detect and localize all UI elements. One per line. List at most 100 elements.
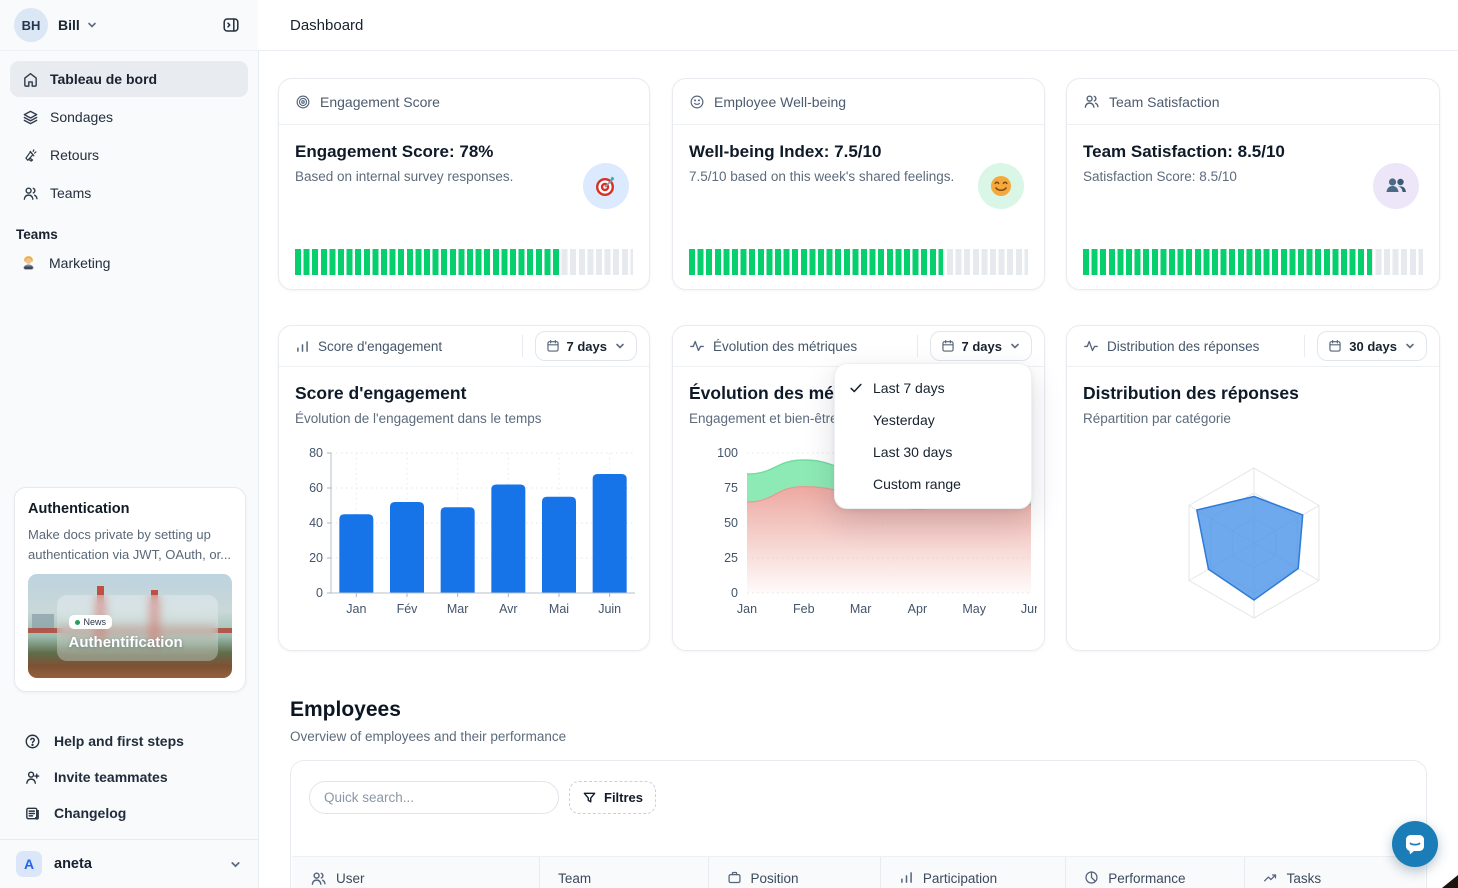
stat-card-header: Team Satisfaction <box>1067 79 1439 125</box>
sidebar-link-changelog[interactable]: Changelog <box>0 795 258 831</box>
target-icon <box>295 94 311 110</box>
svg-text:0: 0 <box>731 586 738 600</box>
menu-item-last-7-days[interactable]: Last 7 days <box>835 372 1031 404</box>
busts-emoji <box>1383 173 1409 199</box>
chart-title: Distribution des réponses <box>1083 383 1423 404</box>
activity-icon <box>1083 338 1099 354</box>
sidebar-item-sondages[interactable]: Sondages <box>10 99 248 135</box>
sidebar-link-help-and-first-steps[interactable]: Help and first steps <box>0 723 258 759</box>
chevron-down-icon <box>1009 340 1021 352</box>
sidebar-item-teams[interactable]: Teams <box>10 175 248 211</box>
stat-card-header-label: Engagement Score <box>320 94 440 110</box>
svg-text:Juin: Juin <box>598 602 621 616</box>
stat-card-1: Engagement ScoreEngagement Score: 78%Bas… <box>278 78 650 290</box>
sidebar-collapse-button[interactable] <box>216 10 246 40</box>
stat-card-title: Team Satisfaction: 8.5/10 <box>1083 142 1423 162</box>
sidebar-link-label: Invite teammates <box>54 769 168 785</box>
sidebar-item-label: Teams <box>50 185 91 201</box>
sidebar-item-tableau-de-bord[interactable]: Tableau de bord <box>10 61 248 97</box>
menu-item-label: Last 30 days <box>873 444 952 460</box>
column-header-user[interactable]: User <box>292 857 539 888</box>
column-header-tasks[interactable]: Tasks <box>1244 857 1425 888</box>
menu-item-last-30-days[interactable]: Last 30 days <box>835 436 1031 468</box>
date-range-label: 7 days <box>567 339 607 354</box>
menu-item-custom-range[interactable]: Custom range <box>835 468 1031 500</box>
svg-text:60: 60 <box>309 481 323 495</box>
bar-chart-icon <box>899 870 914 885</box>
svg-text:50: 50 <box>724 516 738 530</box>
users-icon <box>1083 93 1100 110</box>
svg-text:Jan: Jan <box>346 602 366 616</box>
svg-text:Avr: Avr <box>499 602 518 616</box>
stat-card-badge <box>583 163 629 209</box>
svg-text:80: 80 <box>309 446 323 460</box>
svg-text:Mar: Mar <box>850 602 872 616</box>
avatar[interactable]: BH <box>14 8 48 42</box>
sidebar-item-label: Retours <box>50 147 99 163</box>
menu-item-label: Last 7 days <box>873 380 945 396</box>
sidebar-section-label: Teams <box>0 213 258 246</box>
users-icon <box>310 870 327 887</box>
workspace-switcher[interactable]: A aneta <box>0 839 258 888</box>
progress-bar <box>295 249 633 275</box>
column-header-label: User <box>336 871 365 886</box>
svg-text:40: 40 <box>309 516 323 530</box>
news-card[interactable]: Authentication Make docs private by sett… <box>14 487 246 692</box>
date-range-button[interactable]: 7 days <box>535 331 637 361</box>
help-icon <box>24 733 41 750</box>
date-range-button[interactable]: 30 days <box>1317 331 1427 361</box>
home-icon <box>22 71 39 88</box>
column-header-label: Tasks <box>1287 871 1322 886</box>
sidebar-item-retours[interactable]: Retours <box>10 137 248 173</box>
stat-card-header-label: Employee Well-being <box>714 94 846 110</box>
sidebar-item-label: Sondages <box>50 109 113 125</box>
news-dot-icon <box>75 620 80 625</box>
news-badge: News <box>69 615 113 629</box>
chart-card-header-label: Score d'engagement <box>318 339 442 354</box>
date-range-button[interactable]: 7 days <box>930 331 1032 361</box>
menu-item-yesterday[interactable]: Yesterday <box>835 404 1031 436</box>
technologist-icon <box>20 255 37 272</box>
users-icon <box>22 185 39 202</box>
chart-subtitle: Évolution de l'engagement dans le temps <box>295 411 633 426</box>
chart-card-header: Évolution des métriques7 days <box>673 326 1044 367</box>
menu-item-label: Custom range <box>873 476 961 492</box>
chart-plot: 020406080JanFévMarAvrMaiJuin <box>295 441 643 621</box>
activity-icon <box>689 338 705 354</box>
stat-card-badge <box>978 163 1024 209</box>
svg-text:20: 20 <box>309 551 323 565</box>
panel-collapse-icon <box>222 16 240 34</box>
search-input[interactable] <box>309 781 559 814</box>
sidebar-team-item-marketing[interactable]: Marketing <box>0 246 258 280</box>
stat-card-3: Team Satisfaction Team Satisfaction: 8.5/… <box>1066 78 1440 290</box>
stat-card-subtitle: Satisfaction Score: 8.5/10 <box>1083 169 1423 184</box>
sidebar-header: BH Bill <box>0 0 258 51</box>
user-menu-label[interactable]: Bill <box>58 17 80 33</box>
stat-card-subtitle: 7.5/10 based on this week's shared feeli… <box>689 169 1028 184</box>
sidebar: BH Bill Tableau de bord Sondages Retours Te… <box>0 0 259 888</box>
stat-card-2: Employee Well-beingWell-being Index: 7.5… <box>672 78 1045 290</box>
bar-chart-icon <box>295 339 310 354</box>
megaphone-icon <box>22 147 39 164</box>
calendar-icon <box>1328 339 1342 353</box>
svg-text:Jun: Jun <box>1021 602 1037 616</box>
employees-panel: Filtres User TeamPositionParticipationPer… <box>290 760 1427 888</box>
sidebar-link-invite-teammates[interactable]: Invite teammates <box>0 759 258 795</box>
column-header-participation[interactable]: Participation <box>880 857 1065 888</box>
column-header-team[interactable]: Team <box>539 857 707 888</box>
column-header-position[interactable]: Position <box>708 857 880 888</box>
layers-icon <box>22 109 39 126</box>
app: BH Bill Tableau de bord Sondages Retours Te… <box>0 0 1458 888</box>
chevron-down-icon <box>229 858 242 871</box>
sidebar-link-label: Changelog <box>54 805 126 821</box>
chart-card-header: Distribution des réponses30 days <box>1067 326 1439 367</box>
changelog-icon <box>24 805 41 822</box>
filters-button[interactable]: Filtres <box>569 781 656 814</box>
column-header-performance[interactable]: Performance <box>1065 857 1243 888</box>
progress-bar-fill <box>689 249 943 275</box>
check-icon <box>849 381 873 395</box>
chat-launcher-button[interactable] <box>1392 821 1438 867</box>
trend-icon <box>1263 870 1278 885</box>
stat-card-badge <box>1373 163 1419 209</box>
employees-title: Employees <box>290 698 401 722</box>
